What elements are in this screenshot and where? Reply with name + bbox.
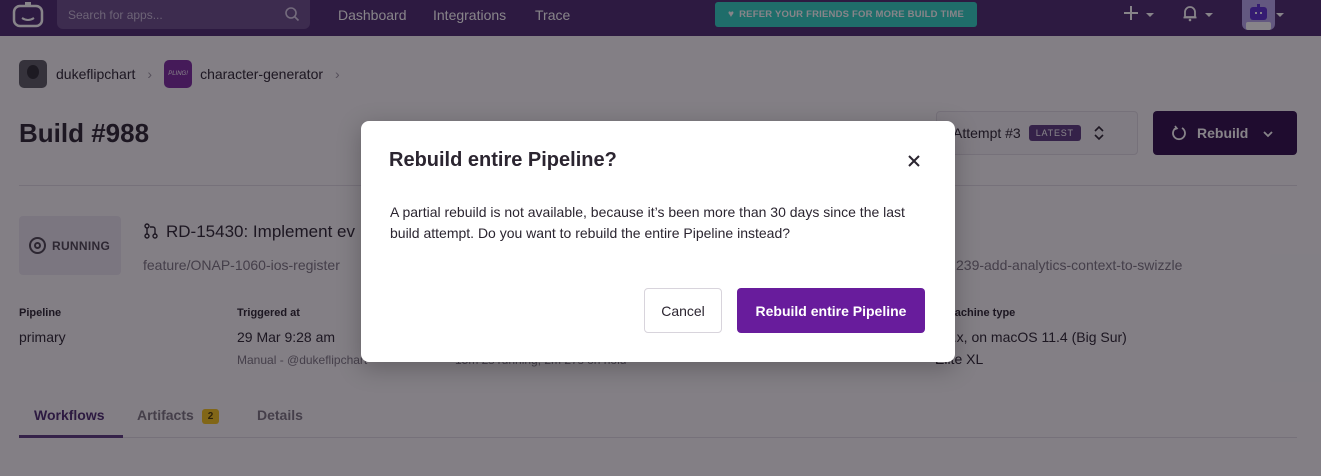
rebuild-entire-pipeline-button[interactable]: Rebuild entire Pipeline — [737, 288, 925, 333]
rebuild-dialog: Rebuild entire Pipeline? A partial rebui… — [361, 121, 955, 362]
dialog-title: Rebuild entire Pipeline? — [389, 149, 617, 171]
close-icon[interactable] — [906, 153, 922, 169]
cancel-button[interactable]: Cancel — [644, 288, 722, 333]
dialog-message: A partial rebuild is not available, beca… — [390, 204, 905, 241]
